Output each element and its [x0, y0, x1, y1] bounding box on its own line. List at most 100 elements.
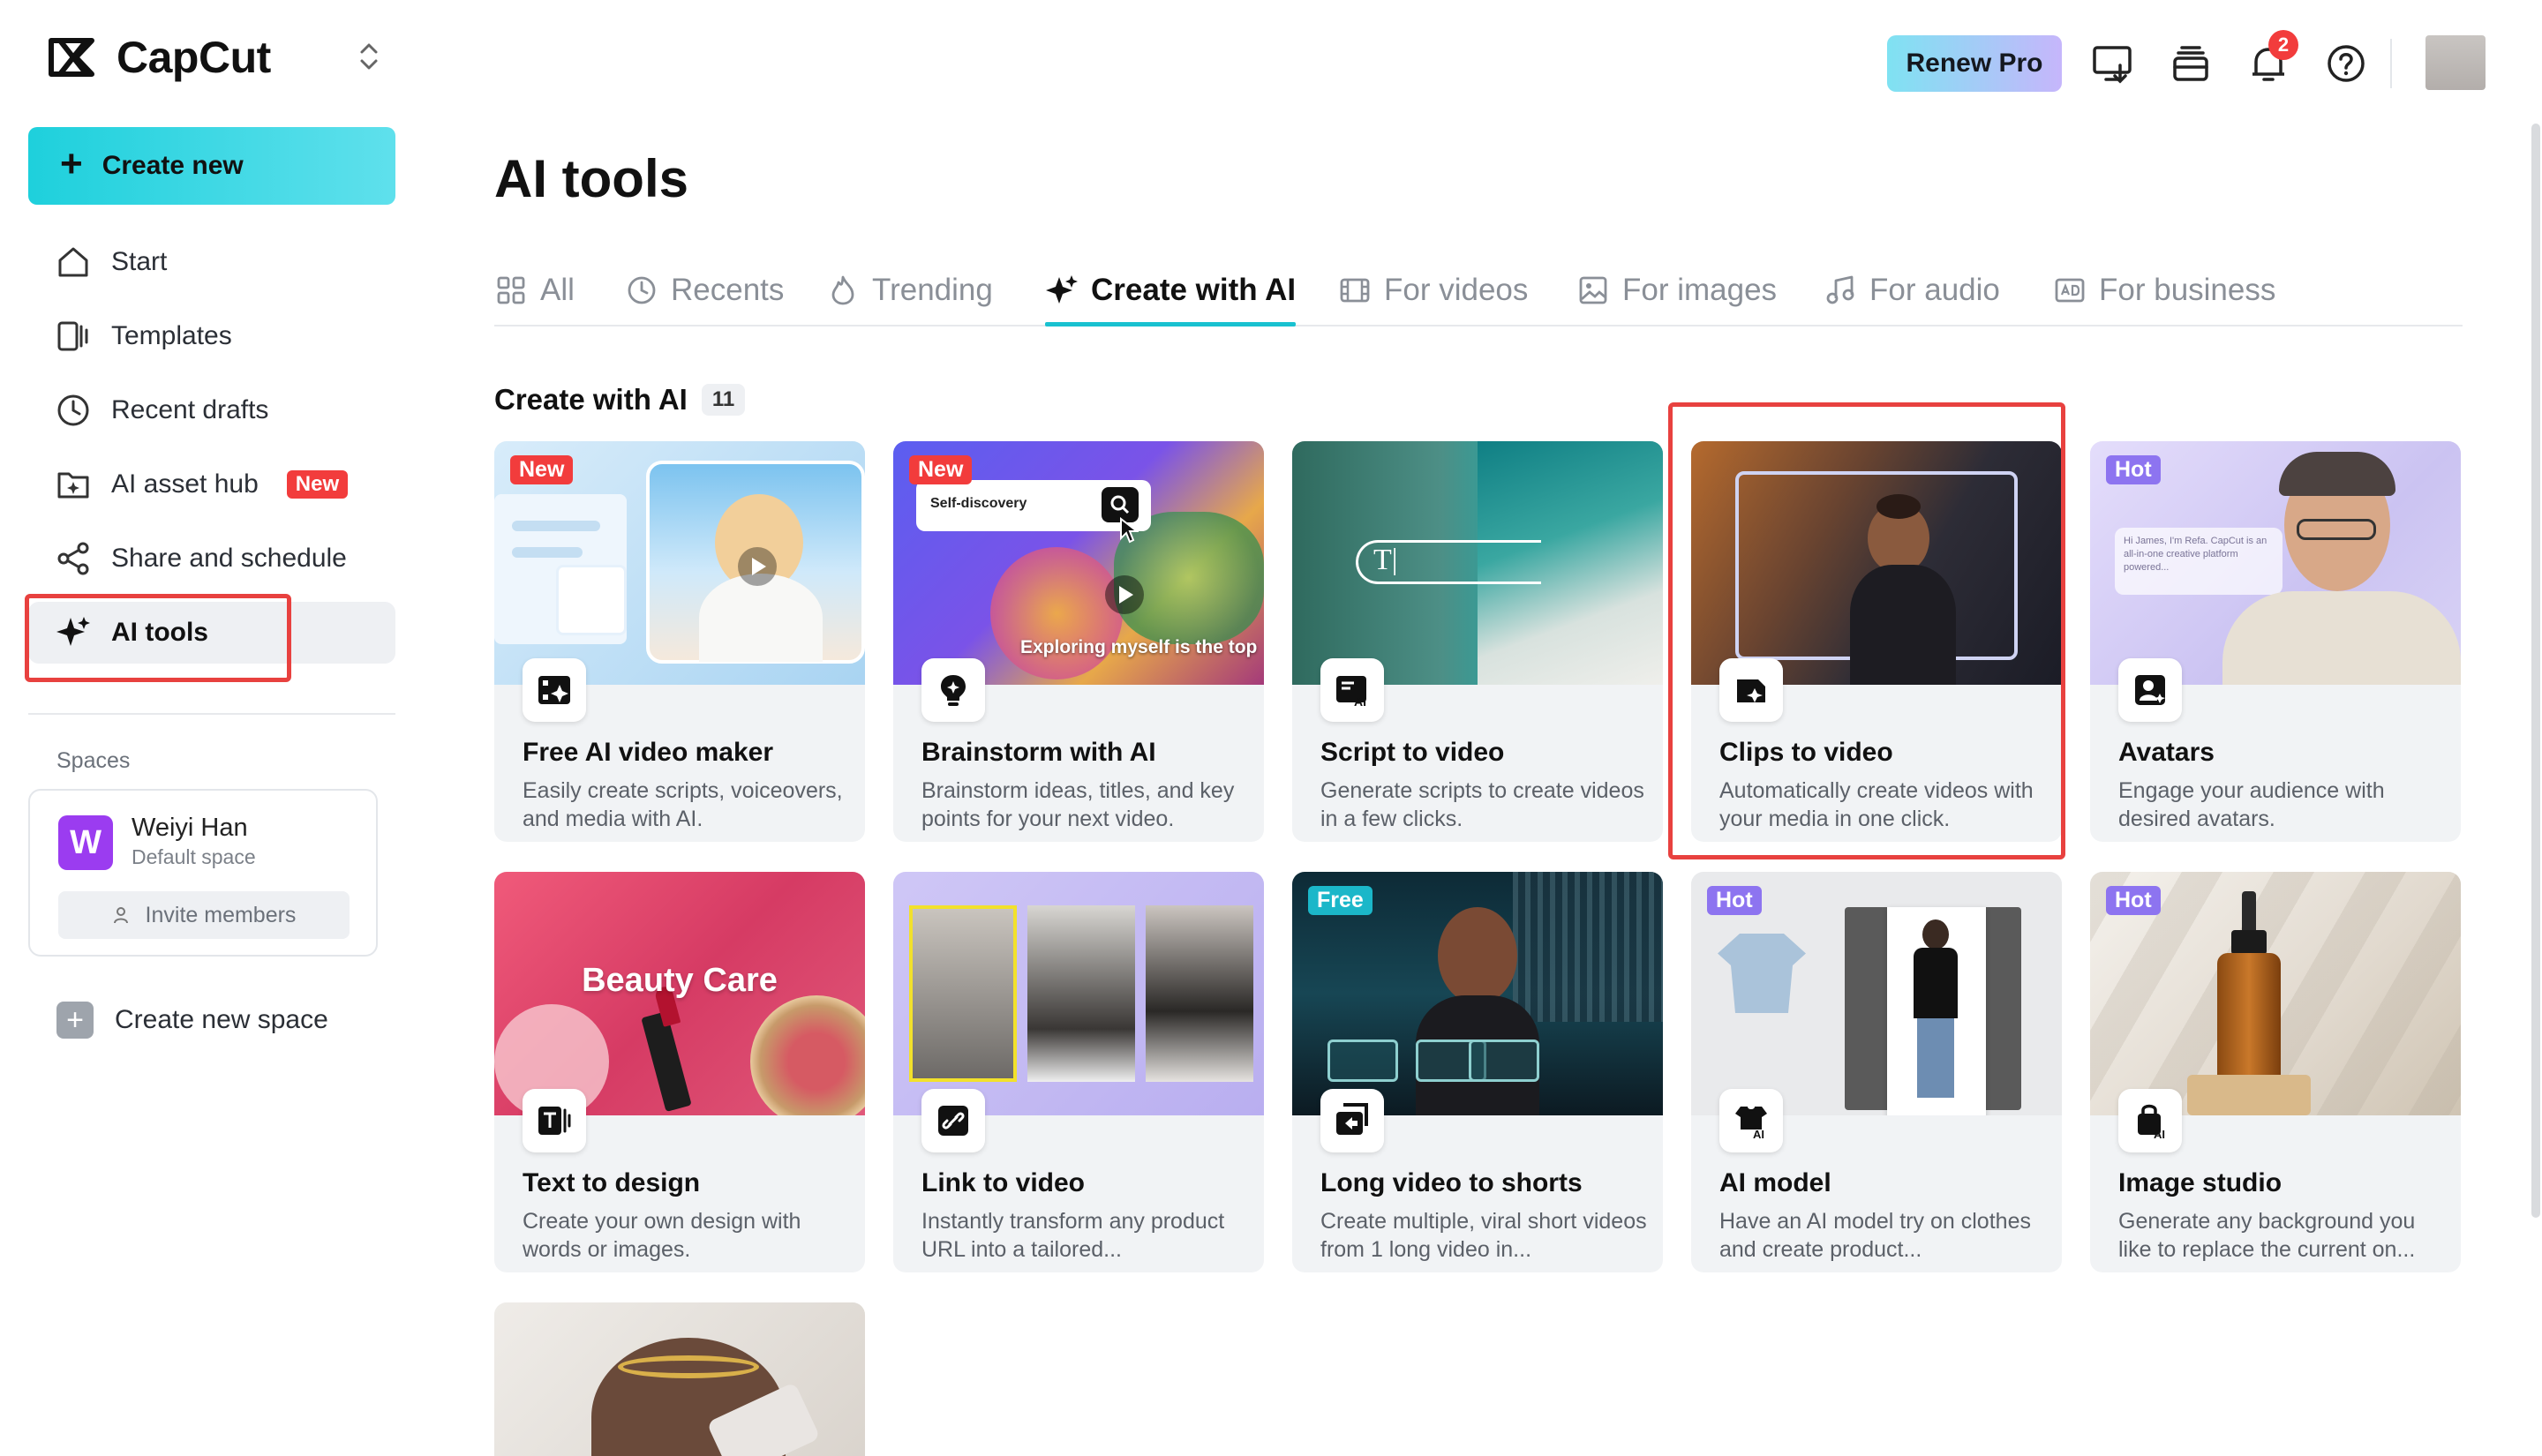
card-thumbnail	[893, 872, 1264, 1115]
sidebar-item-share-and-schedule[interactable]: Share and schedule	[28, 528, 395, 589]
card-description: Easily create scripts, voiceovers, and m…	[523, 777, 849, 833]
svg-text:AI: AI	[1354, 694, 1366, 709]
tool-card-long-video-to-shorts[interactable]: Free Long video to shorts Create multipl…	[1292, 872, 1663, 1272]
tool-card-link-to-video[interactable]: Link to video Instantly transform any pr…	[893, 872, 1264, 1272]
sidebar-item-templates[interactable]: Templates	[28, 305, 395, 367]
tab-create-with-ai[interactable]: Create with AI	[1045, 256, 1296, 325]
tab-trending[interactable]: Trending	[826, 256, 993, 325]
tool-card-free-ai-video-maker[interactable]: New Free AI video maker Easily create sc…	[494, 441, 865, 842]
topbar-divider	[2390, 39, 2392, 88]
card-icon	[921, 1089, 985, 1152]
tab-for-images[interactable]: For images	[1576, 256, 1777, 325]
card-title: Script to video	[1320, 738, 1504, 768]
space-avatar: W	[58, 815, 113, 870]
templates-icon	[55, 318, 92, 355]
sparkle-icon	[55, 614, 92, 651]
card-thumbnail	[494, 1302, 865, 1456]
tab-recents[interactable]: Recents	[625, 256, 784, 325]
sidebar-item-recent-drafts[interactable]: Recent drafts	[28, 379, 395, 441]
card-title: Long video to shorts	[1320, 1168, 1583, 1198]
grid-icon	[494, 274, 528, 307]
sidebar-nav: Start Templates Recent drafts AI asset h…	[28, 231, 395, 676]
download-desktop-icon[interactable]	[2090, 41, 2136, 86]
tab-for-audio[interactable]: For audio	[1824, 256, 2000, 325]
card-description: Automatically create videos with your me…	[1719, 777, 2046, 833]
capcut-logo[interactable]: CapCut	[48, 32, 271, 83]
sidebar-item-label: AI tools	[111, 618, 208, 648]
tool-card-clips-to-video[interactable]: Clips to video Automatically create vide…	[1691, 441, 2062, 842]
create-new-button[interactable]: + Create new	[28, 127, 395, 205]
card-description: Create your own design with words or ima…	[523, 1207, 849, 1264]
invite-members-button[interactable]: Invite members	[58, 891, 350, 939]
card-description: Engage your audience with desired avatar…	[2118, 777, 2445, 833]
tool-card-ai-model[interactable]: Hot AI AI model Have an AI model try on …	[1691, 872, 2062, 1272]
play-icon	[750, 556, 768, 577]
renew-pro-button[interactable]: Renew Pro	[1887, 35, 2062, 92]
home-icon	[55, 244, 92, 281]
section-heading: Create with AI 11	[494, 383, 745, 417]
card-icon: AI	[2118, 1089, 2182, 1152]
workspace-switch-icon[interactable]	[353, 39, 385, 74]
category-tabs: All Recents Trending Create with AI For …	[494, 256, 2463, 326]
tool-card-brainstorm-with-ai[interactable]: Self-discovery Exploring myself is the t…	[893, 441, 1264, 842]
card-description: Generate any background you like to repl…	[2118, 1207, 2445, 1264]
card-icon	[2118, 658, 2182, 722]
tool-card-avatars[interactable]: Hi James, I'm Refa. CapCut is an all-in-…	[2090, 441, 2461, 842]
tab-label: For business	[2099, 273, 2275, 308]
sidebar-item-label: Recent drafts	[111, 395, 268, 425]
app-name: CapCut	[117, 32, 271, 83]
share-icon	[55, 540, 92, 577]
tab-all[interactable]: All	[494, 256, 575, 325]
tool-card-image-studio[interactable]: Hot AI Image studio Generate any backgro…	[2090, 872, 2461, 1272]
sidebar-item-ai-tools[interactable]: AI tools	[28, 602, 395, 664]
space-card[interactable]: W Weiyi Han Default space Invite members	[28, 789, 378, 957]
card-icon	[1320, 1089, 1384, 1152]
search-icon	[1109, 493, 1132, 516]
card-icon	[523, 1089, 586, 1152]
tab-label: For images	[1622, 273, 1777, 308]
spaces-heading: Spaces	[56, 748, 130, 774]
card-icon: AI	[1320, 658, 1384, 722]
page-scrollbar[interactable]	[2531, 124, 2540, 1218]
space-subtitle: Default space	[132, 845, 256, 869]
film-icon	[1338, 274, 1372, 307]
user-avatar[interactable]	[2425, 35, 2486, 90]
help-icon[interactable]	[2323, 41, 2369, 86]
plus-square-icon: +	[56, 1002, 94, 1039]
text-cursor-icon: T|	[1373, 544, 1398, 577]
clock-icon	[55, 392, 92, 429]
tab-for-videos[interactable]: For videos	[1338, 256, 1528, 325]
sidebar-item-label: Start	[111, 247, 167, 277]
sidebar-item-ai-asset-hub[interactable]: AI asset hub New	[28, 454, 395, 515]
card-icon	[1719, 658, 1783, 722]
card-description: Generate scripts to create videos in a f…	[1320, 777, 1647, 833]
add-person-icon	[112, 904, 133, 926]
card-thumbnail	[1691, 441, 2062, 685]
ai-video-icon	[535, 671, 574, 709]
card-title: Avatars	[2118, 738, 2215, 768]
card-description: Brainstorm ideas, titles, and key points…	[921, 777, 1248, 833]
create-new-space-button[interactable]: + Create new space	[56, 1002, 328, 1039]
card-icon: AI	[1719, 1089, 1783, 1152]
card-title: Image studio	[2118, 1168, 2282, 1198]
lightbulb-icon	[934, 671, 973, 709]
tab-for-business[interactable]: For business	[2053, 256, 2275, 325]
play-icon	[1117, 584, 1135, 605]
tool-card-partial[interactable]	[494, 1302, 865, 1456]
card-title: Link to video	[921, 1168, 1085, 1198]
text-design-icon	[535, 1101, 574, 1140]
sidebar-item-start[interactable]: Start	[28, 231, 395, 293]
thumbnail-design-text: Beauty Care	[494, 962, 865, 1000]
tool-card-text-to-design[interactable]: Beauty Care Text to design Create your o…	[494, 872, 865, 1272]
tool-card-script-to-video[interactable]: T| AI Script to video Generate scripts t…	[1292, 441, 1663, 842]
script-video-icon: AI	[1333, 671, 1372, 709]
storage-icon[interactable]	[2168, 41, 2214, 86]
create-new-space-label: Create new space	[115, 1005, 328, 1035]
clock-icon	[625, 274, 658, 307]
tab-label: For videos	[1384, 273, 1528, 308]
svg-text:AI: AI	[2154, 1128, 2165, 1140]
space-name: Weiyi Han	[132, 814, 248, 843]
shorts-icon	[1333, 1101, 1372, 1140]
create-new-label: Create new	[102, 151, 244, 181]
invite-members-label: Invite members	[146, 903, 297, 928]
